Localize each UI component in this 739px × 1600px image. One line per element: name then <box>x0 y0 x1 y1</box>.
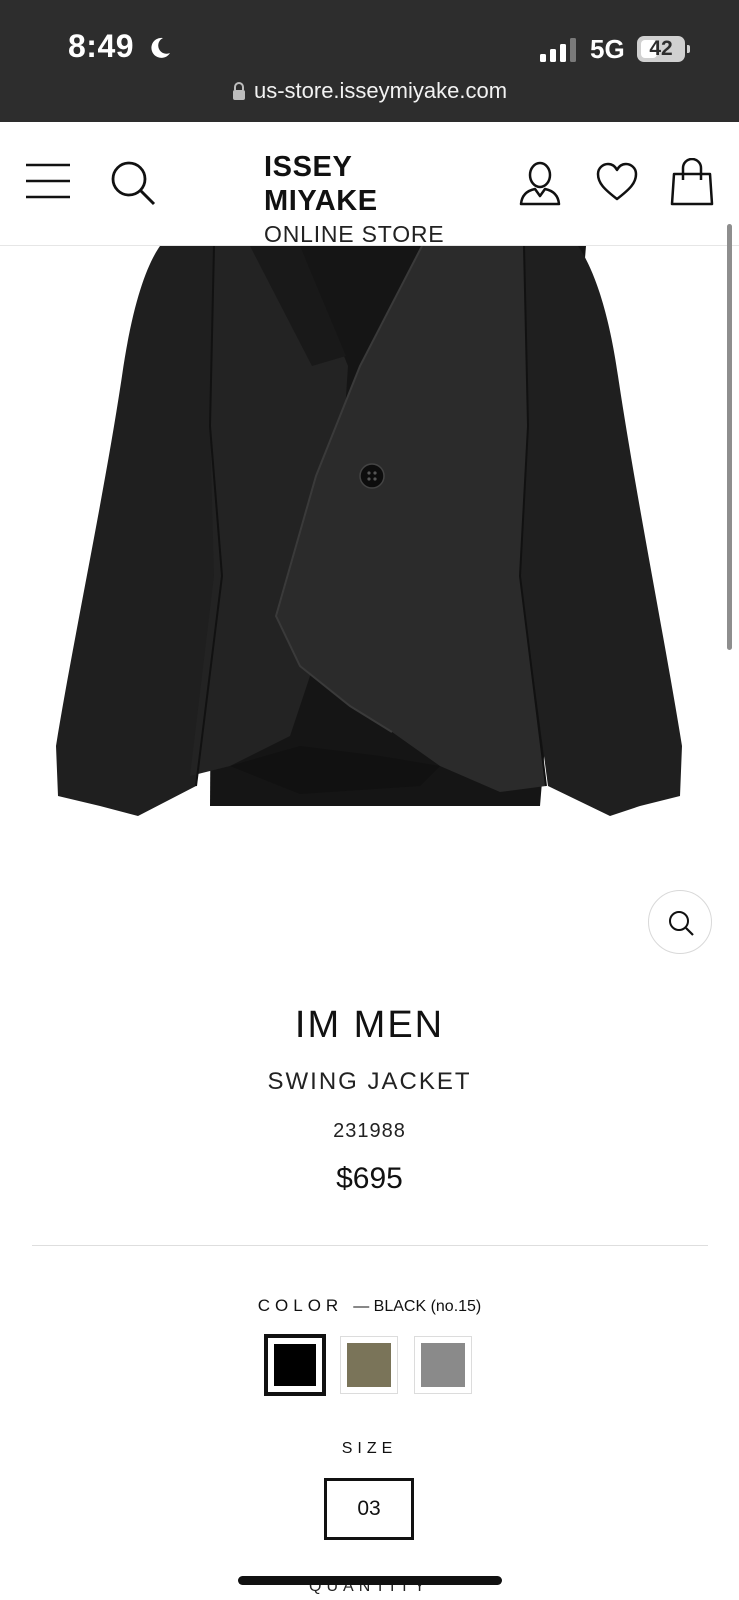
heart-icon[interactable] <box>596 162 638 202</box>
color-swatch-black[interactable] <box>264 1334 326 1396</box>
lock-icon <box>232 82 245 100</box>
selected-color: — BLACK (no.15) <box>353 1298 482 1315</box>
size-label: SIZE <box>341 1440 398 1457</box>
account-icon[interactable] <box>518 160 562 206</box>
status-time: 8:49 <box>68 28 135 64</box>
network-type: 5G <box>590 34 625 64</box>
brand-logo[interactable]: ISSEY MIYAKE ONLINE STORE <box>264 150 474 250</box>
divider <box>32 1245 708 1246</box>
status-bar: 8:49 5G 42 us-store.isseymiyake.com <box>0 0 739 122</box>
product-code: 231988 <box>333 1120 406 1142</box>
color-label: COLOR <box>257 1296 344 1315</box>
zoom-icon <box>669 911 694 936</box>
product-name: SWING JACKET <box>267 1068 472 1095</box>
swatch-fill <box>347 1343 391 1387</box>
product-price: $695 <box>336 1162 403 1195</box>
color-swatch-gray[interactable] <box>412 1334 474 1396</box>
site-header: ISSEY MIYAKE ONLINE STORE <box>0 122 739 247</box>
moon-icon <box>151 37 170 58</box>
home-indicator <box>238 1576 502 1585</box>
brand-name: ISSEY MIYAKE <box>264 151 378 217</box>
url-text: us-store.isseymiyake.com <box>253 78 508 103</box>
color-swatch-olive[interactable] <box>338 1334 400 1396</box>
product-image[interactable] <box>0 246 739 826</box>
color-swatches <box>264 1334 474 1396</box>
swatch-fill <box>421 1343 465 1387</box>
bag-icon[interactable] <box>670 158 714 206</box>
zoom-button[interactable] <box>648 890 712 954</box>
battery-icon: 42 <box>637 36 690 62</box>
color-selector-label: COLOR — BLACK (no.15) <box>0 1296 739 1316</box>
battery-level: 42 <box>649 37 673 60</box>
search-icon[interactable] <box>110 160 156 206</box>
page-scrollbar[interactable] <box>727 224 732 650</box>
swatch-fill <box>274 1344 316 1386</box>
product-brand: IM MEN <box>294 1004 445 1046</box>
menu-icon[interactable] <box>24 162 72 200</box>
address-bar[interactable]: us-store.isseymiyake.com <box>0 78 739 110</box>
size-option[interactable]: 03 <box>324 1478 414 1540</box>
signal-icon <box>540 38 576 62</box>
